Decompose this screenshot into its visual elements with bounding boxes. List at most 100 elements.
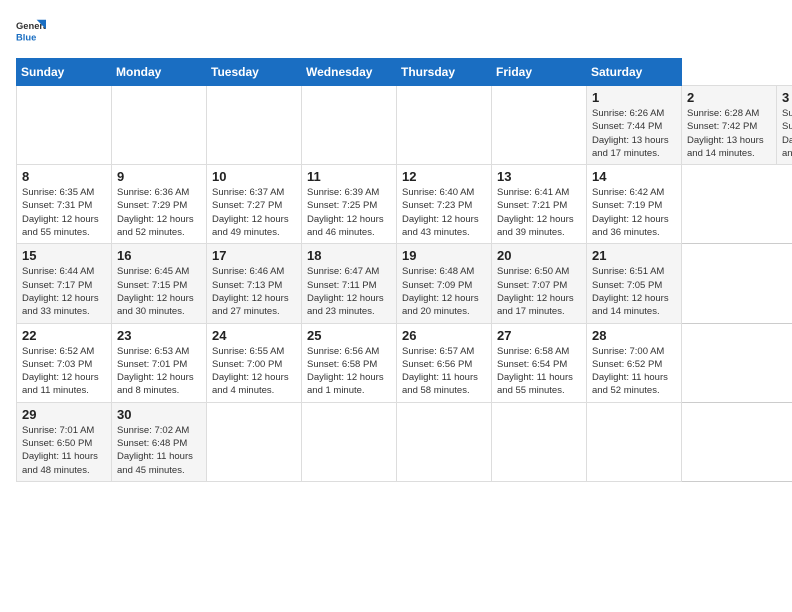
day-detail: Sunrise: 6:57 AMSunset: 6:56 PMDaylight:… xyxy=(402,346,478,397)
calendar-day-1: 1 Sunrise: 6:26 AMSunset: 7:44 PMDaylight… xyxy=(587,86,682,165)
calendar-day-21: 21 Sunrise: 6:51 AMSunset: 7:05 PMDayligh… xyxy=(587,244,682,323)
calendar-week-1: 1 Sunrise: 6:26 AMSunset: 7:44 PMDaylight… xyxy=(17,86,792,165)
header-wednesday: Wednesday xyxy=(302,59,397,86)
empty-cell xyxy=(492,86,587,165)
day-detail: Sunrise: 6:50 AMSunset: 7:07 PMDaylight:… xyxy=(497,266,574,317)
calendar-day-2: 2 Sunrise: 6:28 AMSunset: 7:42 PMDaylight… xyxy=(682,86,777,165)
day-number: 23 xyxy=(117,328,201,343)
header-sunday: Sunday xyxy=(17,59,112,86)
page-header: General Blue xyxy=(16,16,776,46)
day-detail: Sunrise: 6:28 AMSunset: 7:42 PMDaylight:… xyxy=(687,108,764,159)
header-monday: Monday xyxy=(112,59,207,86)
day-number: 2 xyxy=(687,90,771,105)
day-detail: Sunrise: 6:37 AMSunset: 7:27 PMDaylight:… xyxy=(212,187,289,238)
day-detail: Sunrise: 6:40 AMSunset: 7:23 PMDaylight:… xyxy=(402,187,479,238)
calendar-week-5: 29 Sunrise: 7:01 AMSunset: 6:50 PMDayligh… xyxy=(17,402,792,481)
day-detail: Sunrise: 6:55 AMSunset: 7:00 PMDaylight:… xyxy=(212,346,289,397)
day-number: 10 xyxy=(212,169,296,184)
header-thursday: Thursday xyxy=(397,59,492,86)
day-detail: Sunrise: 6:39 AMSunset: 7:25 PMDaylight:… xyxy=(307,187,384,238)
empty-cell xyxy=(397,86,492,165)
day-number: 29 xyxy=(22,407,106,422)
day-detail: Sunrise: 6:46 AMSunset: 7:13 PMDaylight:… xyxy=(212,266,289,317)
day-number: 26 xyxy=(402,328,486,343)
day-number: 22 xyxy=(22,328,106,343)
calendar-day-26: 26 Sunrise: 6:57 AMSunset: 6:56 PMDayligh… xyxy=(397,323,492,402)
day-detail: Sunrise: 6:52 AMSunset: 7:03 PMDaylight:… xyxy=(22,346,99,397)
empty-cell xyxy=(207,402,302,481)
empty-cell xyxy=(492,402,587,481)
empty-cell xyxy=(207,86,302,165)
empty-cell xyxy=(302,86,397,165)
day-detail: Sunrise: 6:42 AMSunset: 7:19 PMDaylight:… xyxy=(592,187,669,238)
header-friday: Friday xyxy=(492,59,587,86)
day-number: 11 xyxy=(307,169,391,184)
day-number: 19 xyxy=(402,248,486,263)
calendar-week-3: 15 Sunrise: 6:44 AMSunset: 7:17 PMDayligh… xyxy=(17,244,792,323)
calendar-header-row: SundayMondayTuesdayWednesdayThursdayFrid… xyxy=(17,59,792,86)
calendar-day-23: 23 Sunrise: 6:53 AMSunset: 7:01 PMDayligh… xyxy=(112,323,207,402)
calendar-day-20: 20 Sunrise: 6:50 AMSunset: 7:07 PMDayligh… xyxy=(492,244,587,323)
calendar-day-14: 14 Sunrise: 6:42 AMSunset: 7:19 PMDayligh… xyxy=(587,165,682,244)
day-detail: Sunrise: 7:00 AMSunset: 6:52 PMDaylight:… xyxy=(592,346,668,397)
calendar-day-10: 10 Sunrise: 6:37 AMSunset: 7:27 PMDayligh… xyxy=(207,165,302,244)
day-detail: Sunrise: 6:53 AMSunset: 7:01 PMDaylight:… xyxy=(117,346,194,397)
day-number: 21 xyxy=(592,248,676,263)
header-saturday: Saturday xyxy=(587,59,682,86)
calendar-week-4: 22 Sunrise: 6:52 AMSunset: 7:03 PMDayligh… xyxy=(17,323,792,402)
day-number: 14 xyxy=(592,169,676,184)
calendar-week-2: 8 Sunrise: 6:35 AMSunset: 7:31 PMDaylight… xyxy=(17,165,792,244)
calendar-day-22: 22 Sunrise: 6:52 AMSunset: 7:03 PMDayligh… xyxy=(17,323,112,402)
empty-cell xyxy=(112,86,207,165)
day-number: 15 xyxy=(22,248,106,263)
day-number: 3 xyxy=(782,90,792,105)
day-number: 9 xyxy=(117,169,201,184)
day-number: 18 xyxy=(307,248,391,263)
empty-cell xyxy=(397,402,492,481)
calendar-day-29: 29 Sunrise: 7:01 AMSunset: 6:50 PMDayligh… xyxy=(17,402,112,481)
calendar-day-17: 17 Sunrise: 6:46 AMSunset: 7:13 PMDayligh… xyxy=(207,244,302,323)
day-detail: Sunrise: 6:41 AMSunset: 7:21 PMDaylight:… xyxy=(497,187,574,238)
day-number: 20 xyxy=(497,248,581,263)
calendar-day-24: 24Sunrise: 6:55 AMSunset: 7:00 PMDayligh… xyxy=(207,323,302,402)
day-number: 1 xyxy=(592,90,676,105)
day-detail: Sunrise: 6:51 AMSunset: 7:05 PMDaylight:… xyxy=(592,266,669,317)
day-detail: Sunrise: 6:29 AMSunset: 7:40 PMDaylight:… xyxy=(782,108,792,159)
day-detail: Sunrise: 6:47 AMSunset: 7:11 PMDaylight:… xyxy=(307,266,384,317)
calendar-day-15: 15 Sunrise: 6:44 AMSunset: 7:17 PMDayligh… xyxy=(17,244,112,323)
calendar-day-12: 12 Sunrise: 6:40 AMSunset: 7:23 PMDayligh… xyxy=(397,165,492,244)
empty-cell xyxy=(587,402,682,481)
header-tuesday: Tuesday xyxy=(207,59,302,86)
day-number: 25 xyxy=(307,328,391,343)
day-detail: Sunrise: 7:01 AMSunset: 6:50 PMDaylight:… xyxy=(22,425,98,476)
empty-cell xyxy=(17,86,112,165)
logo-icon: General Blue xyxy=(16,16,46,46)
logo: General Blue xyxy=(16,16,50,46)
day-detail: Sunrise: 6:36 AMSunset: 7:29 PMDaylight:… xyxy=(117,187,194,238)
calendar-day-9: 9 Sunrise: 6:36 AMSunset: 7:29 PMDaylight… xyxy=(112,165,207,244)
calendar-day-18: 18 Sunrise: 6:47 AMSunset: 7:11 PMDayligh… xyxy=(302,244,397,323)
calendar-day-16: 16Sunrise: 6:45 AMSunset: 7:15 PMDayligh… xyxy=(112,244,207,323)
day-number: 30 xyxy=(117,407,201,422)
day-number: 8 xyxy=(22,169,106,184)
calendar-day-13: 13 Sunrise: 6:41 AMSunset: 7:21 PMDayligh… xyxy=(492,165,587,244)
day-number: 17 xyxy=(212,248,296,263)
calendar-day-8: 8 Sunrise: 6:35 AMSunset: 7:31 PMDaylight… xyxy=(17,165,112,244)
calendar-day-28: 28Sunrise: 7:00 AMSunset: 6:52 PMDayligh… xyxy=(587,323,682,402)
calendar-day-27: 27Sunrise: 6:58 AMSunset: 6:54 PMDayligh… xyxy=(492,323,587,402)
calendar-day-11: 11 Sunrise: 6:39 AMSunset: 7:25 PMDayligh… xyxy=(302,165,397,244)
calendar-table: SundayMondayTuesdayWednesdayThursdayFrid… xyxy=(16,58,792,482)
day-number: 12 xyxy=(402,169,486,184)
day-detail: Sunrise: 6:44 AMSunset: 7:17 PMDaylight:… xyxy=(22,266,99,317)
day-number: 27 xyxy=(497,328,581,343)
day-number: 16 xyxy=(117,248,201,263)
day-detail: Sunrise: 6:35 AMSunset: 7:31 PMDaylight:… xyxy=(22,187,99,238)
day-detail: Sunrise: 6:56 AMSunset: 6:58 PMDaylight:… xyxy=(307,346,384,397)
day-detail: Sunrise: 6:26 AMSunset: 7:44 PMDaylight:… xyxy=(592,108,669,159)
day-number: 13 xyxy=(497,169,581,184)
calendar-day-25: 25 Sunrise: 6:56 AMSunset: 6:58 PMDayligh… xyxy=(302,323,397,402)
svg-text:Blue: Blue xyxy=(16,32,36,42)
calendar-day-3: 3 Sunrise: 6:29 AMSunset: 7:40 PMDaylight… xyxy=(777,86,792,165)
calendar-day-19: 19Sunrise: 6:48 AMSunset: 7:09 PMDayligh… xyxy=(397,244,492,323)
day-detail: Sunrise: 7:02 AMSunset: 6:48 PMDaylight:… xyxy=(117,425,193,476)
